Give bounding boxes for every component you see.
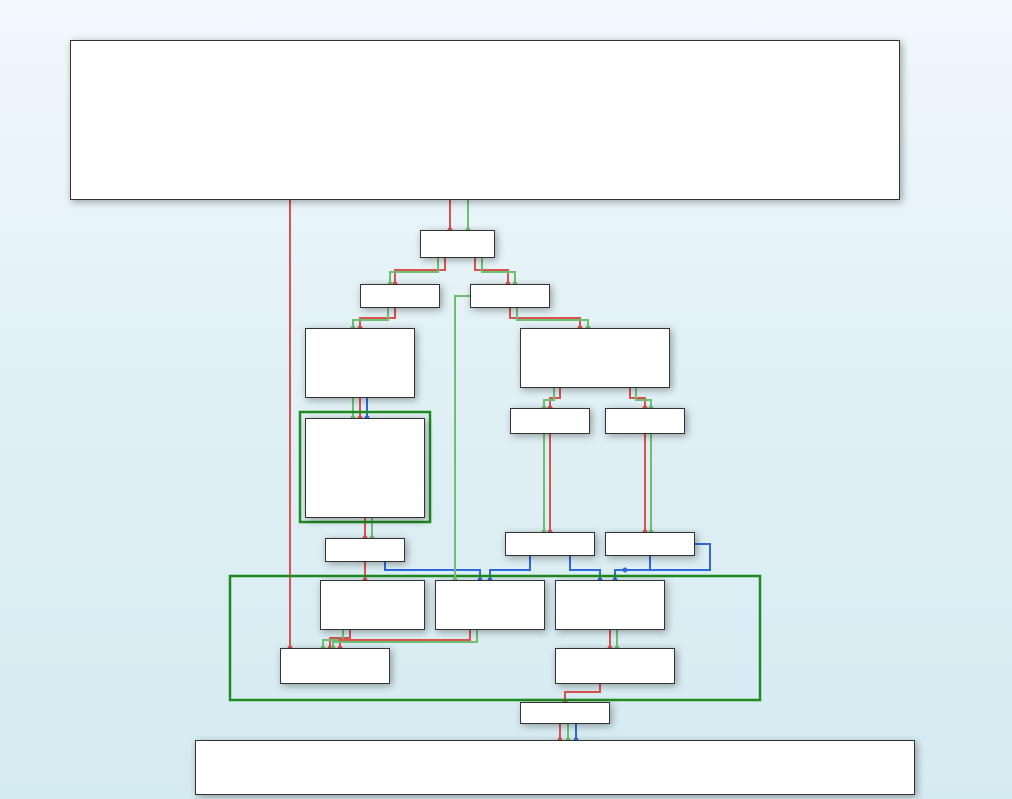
node-n6c[interactable] — [555, 580, 665, 630]
edge-n3R-n4Rb — [636, 388, 651, 408]
node-n2R[interactable] — [470, 284, 550, 308]
node-n3L[interactable] — [305, 328, 415, 398]
node-n5L[interactable] — [325, 538, 405, 562]
edge-n6a-n7L — [323, 630, 343, 648]
node-top[interactable] — [70, 40, 900, 200]
node-n4Rb[interactable] — [605, 408, 685, 434]
edge-n3R-n4Ra — [544, 388, 554, 408]
edge-n3R-n4Ra — [550, 388, 560, 408]
edge-n5L-n6b — [385, 562, 480, 580]
node-n7R[interactable] — [555, 648, 675, 684]
edge-n1-n2R — [475, 258, 508, 284]
edge-n2R-n3R — [517, 308, 588, 328]
node-n4L[interactable] — [305, 418, 425, 518]
edge-n7R-n8 — [565, 684, 600, 702]
node-n1[interactable] — [420, 230, 495, 258]
edge-n3R-n4Rb — [630, 388, 645, 408]
edge-n2L-n3L — [360, 308, 395, 328]
edge-n1-n2L — [390, 258, 438, 284]
node-n4Ra[interactable] — [510, 408, 590, 434]
edge-n6a-n7L — [330, 630, 350, 648]
node-n5Ra[interactable] — [505, 532, 595, 556]
edge-n2R-n3R — [510, 308, 580, 328]
edge-n6b-n7L — [340, 630, 470, 648]
node-n3R[interactable] — [520, 328, 670, 388]
node-n2L[interactable] — [360, 284, 440, 308]
node-n5Rb[interactable] — [605, 532, 695, 556]
edge-n6b-n7L — [333, 630, 477, 648]
edge-n1-n2R — [482, 258, 515, 284]
edge-endpoint — [623, 568, 628, 573]
edge-n5Ra-n6b — [490, 556, 530, 580]
edge-n1-n2L — [395, 258, 445, 284]
node-bottom[interactable] — [195, 740, 915, 795]
edge-n2L-n3L — [353, 308, 388, 328]
edge-n5Rb-n6c — [615, 556, 650, 580]
diagram-canvas — [0, 0, 1012, 799]
node-n6a[interactable] — [320, 580, 425, 630]
node-n8[interactable] — [520, 702, 610, 724]
edge-n2R-n6b — [455, 296, 470, 580]
node-n6b[interactable] — [435, 580, 545, 630]
node-n7L[interactable] — [280, 648, 390, 684]
edge-n5Ra-n6c — [570, 556, 600, 580]
